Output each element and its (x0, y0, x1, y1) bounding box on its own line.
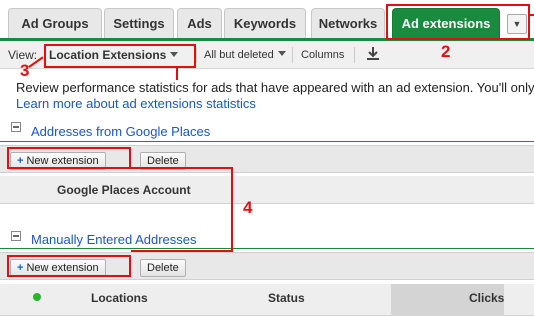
column-clicks[interactable]: Clicks (469, 291, 504, 305)
tab-keywords[interactable]: Keywords (224, 8, 306, 38)
collapse-icon[interactable] (11, 122, 21, 132)
annotation-box-new-extension (7, 147, 131, 169)
tab-ad-groups[interactable]: Ad Groups (8, 8, 102, 38)
description-text: Review performance statistics for ads th… (16, 80, 534, 95)
annotation-number: 4 (243, 198, 253, 217)
section-divider (0, 141, 534, 142)
annotation-connector (131, 167, 233, 169)
column-locations[interactable]: Locations (91, 291, 148, 305)
annotation-connector (176, 66, 178, 80)
table-header: Google Places Account (0, 176, 534, 204)
annotation-number: 3 (20, 61, 30, 80)
annotation-number: 2 (441, 42, 451, 61)
annotation-box-tab (386, 4, 530, 40)
chevron-down-icon (277, 51, 286, 56)
filter-selector-label: All but deleted (204, 49, 274, 61)
view-label: View: (8, 48, 38, 62)
tab-networks[interactable]: Networks (311, 8, 385, 38)
toolbar-divider (292, 47, 293, 63)
annotation-connector (231, 167, 233, 252)
tab-settings[interactable]: Settings (104, 8, 174, 38)
toolbar-divider (354, 47, 355, 63)
column-status[interactable]: Status (268, 291, 305, 305)
filter-selector[interactable]: All but deleted (204, 49, 286, 61)
annotation-connector (530, 14, 534, 16)
section-divider (0, 248, 534, 249)
annotation-box-new-extension (7, 255, 131, 277)
annotation-box-view (44, 44, 196, 68)
collapse-icon[interactable] (11, 231, 21, 241)
tab-ads[interactable]: Ads (177, 8, 222, 38)
columns-button[interactable]: Columns (301, 49, 344, 61)
download-icon[interactable] (366, 46, 380, 65)
section-title-google-places[interactable]: Addresses from Google Places (31, 124, 210, 139)
column-google-places-account[interactable]: Google Places Account (57, 183, 191, 197)
status-dot-icon (33, 293, 41, 301)
annotation-connector (131, 250, 233, 252)
section-title-manual-addresses[interactable]: Manually Entered Addresses (31, 232, 196, 247)
learn-more-link[interactable]: Learn more about ad extensions statistic… (16, 96, 256, 111)
toolbar-divider (196, 47, 197, 63)
delete-button[interactable]: Delete (140, 259, 186, 277)
table-header: Locations Status Clicks (0, 284, 534, 316)
